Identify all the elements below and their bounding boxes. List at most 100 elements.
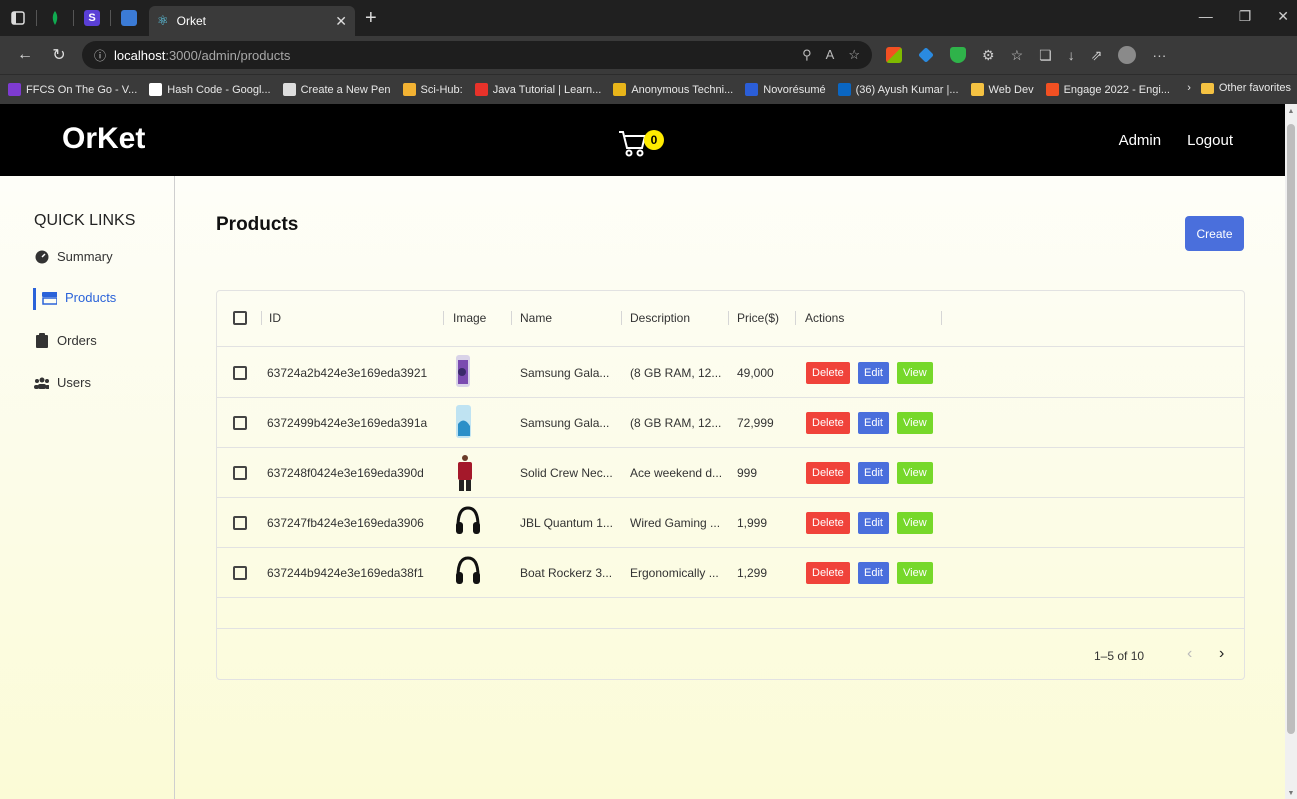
downloads-icon[interactable]: ↓ bbox=[1068, 47, 1075, 63]
tab-actions-icon[interactable] bbox=[8, 8, 28, 28]
refresh-icon[interactable]: ↻ bbox=[50, 45, 68, 65]
bookmark-item[interactable]: Web Dev bbox=[970, 83, 1034, 96]
edit-button[interactable]: Edit bbox=[858, 362, 889, 384]
table-row[interactable]: 637248f0424e3e169eda390d Solid Crew Nec..… bbox=[217, 448, 1244, 498]
bookmark-icon bbox=[970, 83, 984, 96]
view-button[interactable]: View bbox=[897, 462, 933, 484]
pagination: 1–5 of 10 ‹ › bbox=[217, 629, 1244, 681]
extension-colorful-icon[interactable] bbox=[886, 47, 902, 63]
bookmark-item[interactable]: Hash Code - Googl... bbox=[149, 83, 271, 96]
share-icon[interactable]: ⇗ bbox=[1091, 47, 1103, 64]
view-button[interactable]: View bbox=[897, 562, 933, 584]
view-button[interactable]: View bbox=[897, 362, 933, 384]
logout-link[interactable]: Logout bbox=[1187, 132, 1233, 149]
close-tab-icon[interactable]: ✕ bbox=[335, 13, 347, 30]
select-all-checkbox[interactable] bbox=[233, 311, 247, 325]
other-favorites[interactable]: › Other favorites bbox=[1187, 82, 1291, 94]
previous-page-icon[interactable]: ‹ bbox=[1187, 645, 1192, 663]
bookmark-item[interactable]: Sci-Hub: bbox=[402, 83, 463, 96]
admin-link[interactable]: Admin bbox=[1119, 132, 1162, 149]
extension-shield-icon[interactable] bbox=[950, 47, 966, 63]
view-button[interactable]: View bbox=[897, 512, 933, 534]
profile-avatar[interactable] bbox=[1118, 46, 1137, 64]
table-row[interactable]: 63724a2b424e3e169eda3921 Samsung Gala... (… bbox=[217, 348, 1244, 398]
delete-button[interactable]: Delete bbox=[806, 512, 850, 534]
product-image bbox=[454, 404, 482, 442]
bookmark-item[interactable]: Java Tutorial | Learn... bbox=[474, 83, 601, 96]
sidebar-item-users[interactable]: Users bbox=[34, 375, 91, 390]
table-row[interactable]: 637247fb424e3e169eda3906 JBL Quantum 1...… bbox=[217, 498, 1244, 548]
bookmark-label: (36) Ayush Kumar |... bbox=[855, 83, 959, 96]
search-key-icon[interactable]: ⚲ bbox=[802, 47, 812, 63]
app-root: OrKet 0 Admin Logout QUICK LINKS Summary bbox=[0, 104, 1285, 799]
row-checkbox[interactable] bbox=[233, 566, 247, 580]
bookmark-item[interactable]: Anonymous Techni... bbox=[613, 83, 733, 96]
column-separator bbox=[443, 311, 444, 325]
column-header-id[interactable]: ID bbox=[269, 311, 281, 325]
row-checkbox[interactable] bbox=[233, 366, 247, 380]
new-tab-button[interactable]: + bbox=[365, 7, 377, 30]
close-window-icon[interactable]: ✕ bbox=[1277, 8, 1289, 25]
row-checkbox[interactable] bbox=[233, 516, 247, 530]
cell-price: 1,299 bbox=[737, 566, 768, 580]
sidebar-item-orders[interactable]: Orders bbox=[34, 333, 97, 348]
sidebar: QUICK LINKS Summary Products Orders User… bbox=[0, 176, 175, 799]
bookmark-item[interactable]: Create a New Pen bbox=[282, 83, 391, 96]
extensions-icon[interactable]: ⚙ bbox=[982, 47, 995, 64]
extension-diamond-icon[interactable] bbox=[918, 47, 934, 63]
table-row[interactable]: 6372499b424e3e169eda391a Samsung Gala... (… bbox=[217, 398, 1244, 448]
column-header-price[interactable]: Price($) bbox=[737, 311, 779, 325]
bookmark-item[interactable]: Engage 2022 - Engi... bbox=[1045, 83, 1170, 96]
read-aloud-icon[interactable]: A bbox=[826, 47, 835, 63]
bookmark-item[interactable]: (36) Ayush Kumar |... bbox=[837, 83, 959, 96]
restore-icon[interactable]: ❐ bbox=[1239, 8, 1252, 25]
delete-button[interactable]: Delete bbox=[806, 462, 850, 484]
edit-button[interactable]: Edit bbox=[858, 462, 889, 484]
pinned-tab-app-icon[interactable] bbox=[119, 8, 139, 28]
bookmark-item[interactable]: Novorésumé bbox=[745, 83, 826, 96]
minimize-icon[interactable]: — bbox=[1199, 8, 1213, 25]
url-field[interactable]: ⓘ localhost :3000/admin/products ⚲ A ☆ bbox=[82, 41, 872, 69]
cell-name: Solid Crew Nec... bbox=[520, 466, 613, 480]
delete-button[interactable]: Delete bbox=[806, 362, 850, 384]
cart-button[interactable]: 0 bbox=[618, 124, 664, 158]
window-controls: — ❐ ✕ bbox=[1199, 8, 1289, 25]
pinned-tab-mongodb-icon[interactable] bbox=[45, 8, 65, 28]
users-icon bbox=[34, 375, 49, 390]
create-button[interactable]: Create bbox=[1185, 216, 1244, 251]
column-header-description[interactable]: Description bbox=[630, 311, 690, 325]
product-image bbox=[454, 554, 482, 592]
info-icon[interactable]: ⓘ bbox=[94, 47, 106, 64]
delete-button[interactable]: Delete bbox=[806, 412, 850, 434]
column-header-image[interactable]: Image bbox=[453, 311, 486, 325]
column-header-name[interactable]: Name bbox=[520, 311, 552, 325]
collections-icon[interactable]: ❏ bbox=[1039, 47, 1052, 64]
favorites-icon[interactable]: ☆ bbox=[1011, 47, 1024, 64]
bookmark-item[interactable]: FFCS On The Go - V... bbox=[8, 83, 137, 96]
pinned-tab-s-icon[interactable]: S bbox=[82, 8, 102, 28]
chevron-right-icon[interactable]: › bbox=[1187, 82, 1191, 94]
app-header: OrKet 0 Admin Logout bbox=[0, 104, 1285, 176]
sidebar-item-summary[interactable]: Summary bbox=[34, 249, 113, 264]
edit-button[interactable]: Edit bbox=[858, 512, 889, 534]
sidebar-item-products[interactable]: Products bbox=[34, 290, 116, 305]
brand-logo[interactable]: OrKet bbox=[62, 122, 145, 156]
scroll-thumb[interactable] bbox=[1287, 124, 1295, 734]
row-checkbox[interactable] bbox=[233, 466, 247, 480]
page-scrollbar[interactable]: ▲ ▼ bbox=[1285, 104, 1297, 799]
edit-button[interactable]: Edit bbox=[858, 412, 889, 434]
more-icon[interactable]: ··· bbox=[1152, 47, 1166, 63]
tab-orket[interactable]: ⚛ Orket ✕ bbox=[149, 6, 355, 36]
bookmark-label: Hash Code - Googl... bbox=[167, 83, 271, 96]
scroll-up-icon[interactable]: ▲ bbox=[1285, 108, 1297, 115]
favorite-star-icon[interactable]: ☆ bbox=[848, 47, 860, 63]
tachometer-icon bbox=[34, 249, 49, 264]
row-checkbox[interactable] bbox=[233, 416, 247, 430]
table-row[interactable]: 637244b9424e3e169eda38f1 Boat Rockerz 3..… bbox=[217, 548, 1244, 598]
back-icon[interactable]: ← bbox=[16, 46, 34, 64]
delete-button[interactable]: Delete bbox=[806, 562, 850, 584]
next-page-icon[interactable]: › bbox=[1219, 645, 1224, 663]
edit-button[interactable]: Edit bbox=[858, 562, 889, 584]
scroll-down-icon[interactable]: ▼ bbox=[1285, 790, 1297, 797]
view-button[interactable]: View bbox=[897, 412, 933, 434]
